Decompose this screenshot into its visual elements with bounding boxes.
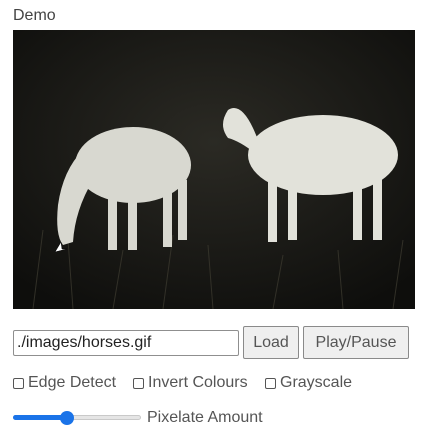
load-button[interactable]: Load bbox=[243, 326, 299, 359]
image-canvas bbox=[13, 30, 415, 309]
edge-detect-label: Edge Detect bbox=[28, 374, 117, 391]
edge-detect-checkbox[interactable] bbox=[13, 377, 24, 389]
demo-title: Demo bbox=[13, 7, 56, 24]
slider-fill bbox=[13, 415, 67, 420]
grayscale-checkbox[interactable] bbox=[265, 377, 276, 389]
image-url-input[interactable] bbox=[13, 330, 239, 356]
play-pause-button[interactable]: Play/Pause bbox=[303, 326, 409, 359]
invert-colours-option[interactable]: Invert Colours bbox=[133, 374, 248, 392]
grayscale-label: Grayscale bbox=[280, 374, 353, 391]
slider-thumb[interactable] bbox=[59, 411, 74, 425]
pixelate-slider[interactable] bbox=[13, 410, 141, 426]
demo-panel: Demo ./images/horses.gif Load Play/Pause… bbox=[0, 0, 423, 433]
invert-colours-checkbox[interactable] bbox=[133, 377, 144, 389]
horses-image bbox=[13, 30, 415, 309]
edge-detect-option[interactable]: Edge Detect bbox=[13, 374, 116, 392]
grayscale-option[interactable]: Grayscale bbox=[265, 374, 352, 392]
invert-colours-label: Invert Colours bbox=[148, 374, 248, 391]
pixelate-label: Pixelate Amount bbox=[147, 409, 263, 426]
